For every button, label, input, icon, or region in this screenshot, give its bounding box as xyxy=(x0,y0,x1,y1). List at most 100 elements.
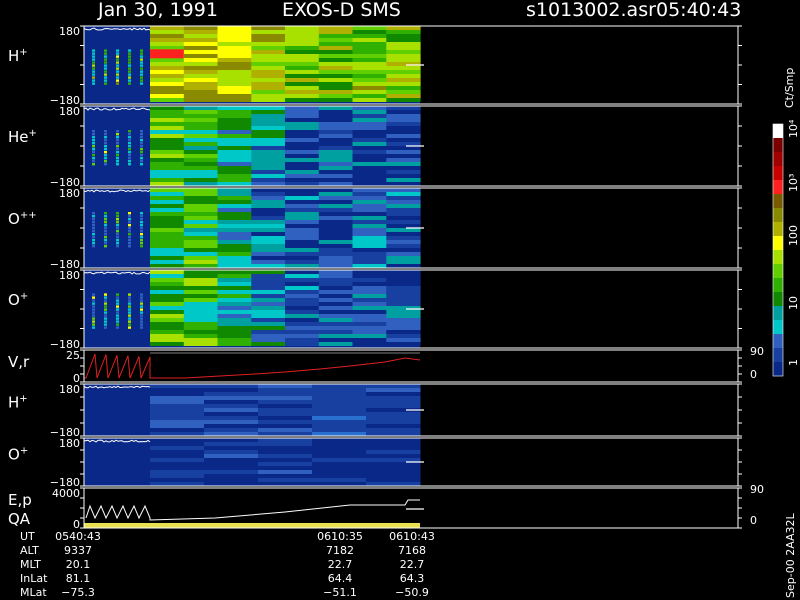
heatmap-cell xyxy=(318,82,354,86)
heatmap-cell xyxy=(116,227,119,230)
heatmap-cell xyxy=(318,78,354,82)
colorbar-label: 100 xyxy=(787,225,800,246)
heatmap-cell xyxy=(386,90,421,94)
heatmap-cell xyxy=(150,166,185,170)
heatmap-cell xyxy=(217,294,252,298)
heatmap-cell xyxy=(386,216,421,220)
heatmap-cell xyxy=(217,146,252,150)
heatmap-cell xyxy=(150,74,185,78)
heatmap-cell xyxy=(128,212,131,215)
heatmap-cell xyxy=(285,290,320,294)
heatmap-cell xyxy=(318,208,354,212)
heatmap-cell xyxy=(140,221,143,224)
heatmap-cell xyxy=(318,192,354,196)
heatmap-cell xyxy=(251,240,286,244)
heatmap-cell xyxy=(204,458,259,462)
heatmap-cell xyxy=(150,252,185,256)
heatmap-cell xyxy=(366,470,421,474)
heatmap-cell xyxy=(150,396,205,400)
heatmap-cell xyxy=(251,286,286,290)
heatmap-cell xyxy=(150,330,185,334)
heatmap-cell xyxy=(258,466,313,470)
heatmap-cell xyxy=(128,73,131,76)
heatmap-cell xyxy=(386,30,421,34)
heatmap-cell xyxy=(183,318,219,322)
heatmap-cell xyxy=(104,218,107,221)
heatmap-cell xyxy=(116,296,119,299)
heatmap-cell xyxy=(128,299,131,302)
heatmap-cell xyxy=(104,148,107,151)
heatmap-cell xyxy=(217,106,252,110)
heatmap-cell xyxy=(352,318,387,322)
heatmap-cell xyxy=(104,151,107,154)
heatmap-cell xyxy=(183,200,219,204)
panel-opp: 180−180O++ xyxy=(8,187,742,271)
heatmap-cell xyxy=(285,118,320,122)
heatmap-cell xyxy=(183,30,219,34)
heatmap-cell xyxy=(217,216,252,220)
heatmap-cell xyxy=(217,114,252,118)
heatmap-cell xyxy=(312,462,367,466)
heatmap-cell xyxy=(285,74,320,78)
heatmap-cell xyxy=(140,326,143,329)
heatmap-cell xyxy=(285,224,320,228)
heatmap-cell xyxy=(258,424,313,428)
heatmap-cell xyxy=(116,293,119,296)
y-max-label: 180 xyxy=(59,383,80,396)
heatmap-cell xyxy=(183,54,219,58)
heatmap-cell xyxy=(104,154,107,157)
heatmap-cell xyxy=(183,294,219,298)
ephemeris-value: 9337 xyxy=(64,544,92,557)
heatmap-cell xyxy=(251,216,286,220)
ephemeris-label: UT xyxy=(20,530,35,543)
heatmap-cell xyxy=(352,200,387,204)
heatmap-cell xyxy=(150,290,185,294)
heatmap-cell xyxy=(150,70,185,74)
heatmap-cell xyxy=(251,228,286,232)
heatmap-cell xyxy=(251,208,286,212)
heatmap-cell xyxy=(366,482,421,486)
ephemeris-value: 22.7 xyxy=(328,558,353,571)
heatmap-cell xyxy=(128,148,131,151)
heatmap-cell xyxy=(352,110,387,114)
heatmap-cell xyxy=(92,52,95,55)
heatmap-cell xyxy=(318,90,354,94)
heatmap-cell xyxy=(285,252,320,256)
heatmap-cell xyxy=(150,282,185,286)
heatmap-cell xyxy=(386,244,421,248)
heatmap-cell xyxy=(318,130,354,134)
heatmap-cell xyxy=(258,450,313,454)
heatmap-cell xyxy=(285,294,320,298)
heatmap-cell xyxy=(140,215,143,218)
heatmap-cell xyxy=(116,317,119,320)
heatmap-cell xyxy=(285,248,320,252)
heatmap-cell xyxy=(183,86,219,90)
heatmap-cell xyxy=(318,256,354,260)
heatmap-cell xyxy=(150,232,185,236)
heatmap-cell xyxy=(318,26,354,30)
heatmap-cell xyxy=(285,106,320,110)
heatmap-cell xyxy=(140,163,143,166)
file-name: s1013002.asr xyxy=(526,0,656,21)
heatmap-cell xyxy=(183,126,219,130)
heatmap-cell xyxy=(352,236,387,240)
colorbar-label: 1 xyxy=(787,359,800,366)
heatmap-cell xyxy=(204,474,259,478)
heatmap-cell xyxy=(92,236,95,239)
heatmap-cell xyxy=(92,70,95,73)
heatmap-cell xyxy=(217,200,252,204)
heatmap-cell xyxy=(183,170,219,174)
heatmap-cell xyxy=(104,299,107,302)
heatmap-cell xyxy=(251,260,286,264)
heatmap-cell xyxy=(312,408,367,412)
heatmap-cell xyxy=(104,212,107,215)
heatmap-cell xyxy=(150,270,185,274)
heatmap-cell xyxy=(352,58,387,62)
heatmap-cell xyxy=(217,70,252,74)
heatmap-cell xyxy=(183,158,219,162)
heatmap-cell xyxy=(352,106,387,110)
heatmap-cell xyxy=(116,163,119,166)
heatmap-cell xyxy=(150,314,185,318)
heatmap-cell xyxy=(116,154,119,157)
heatmap-cell xyxy=(140,308,143,311)
